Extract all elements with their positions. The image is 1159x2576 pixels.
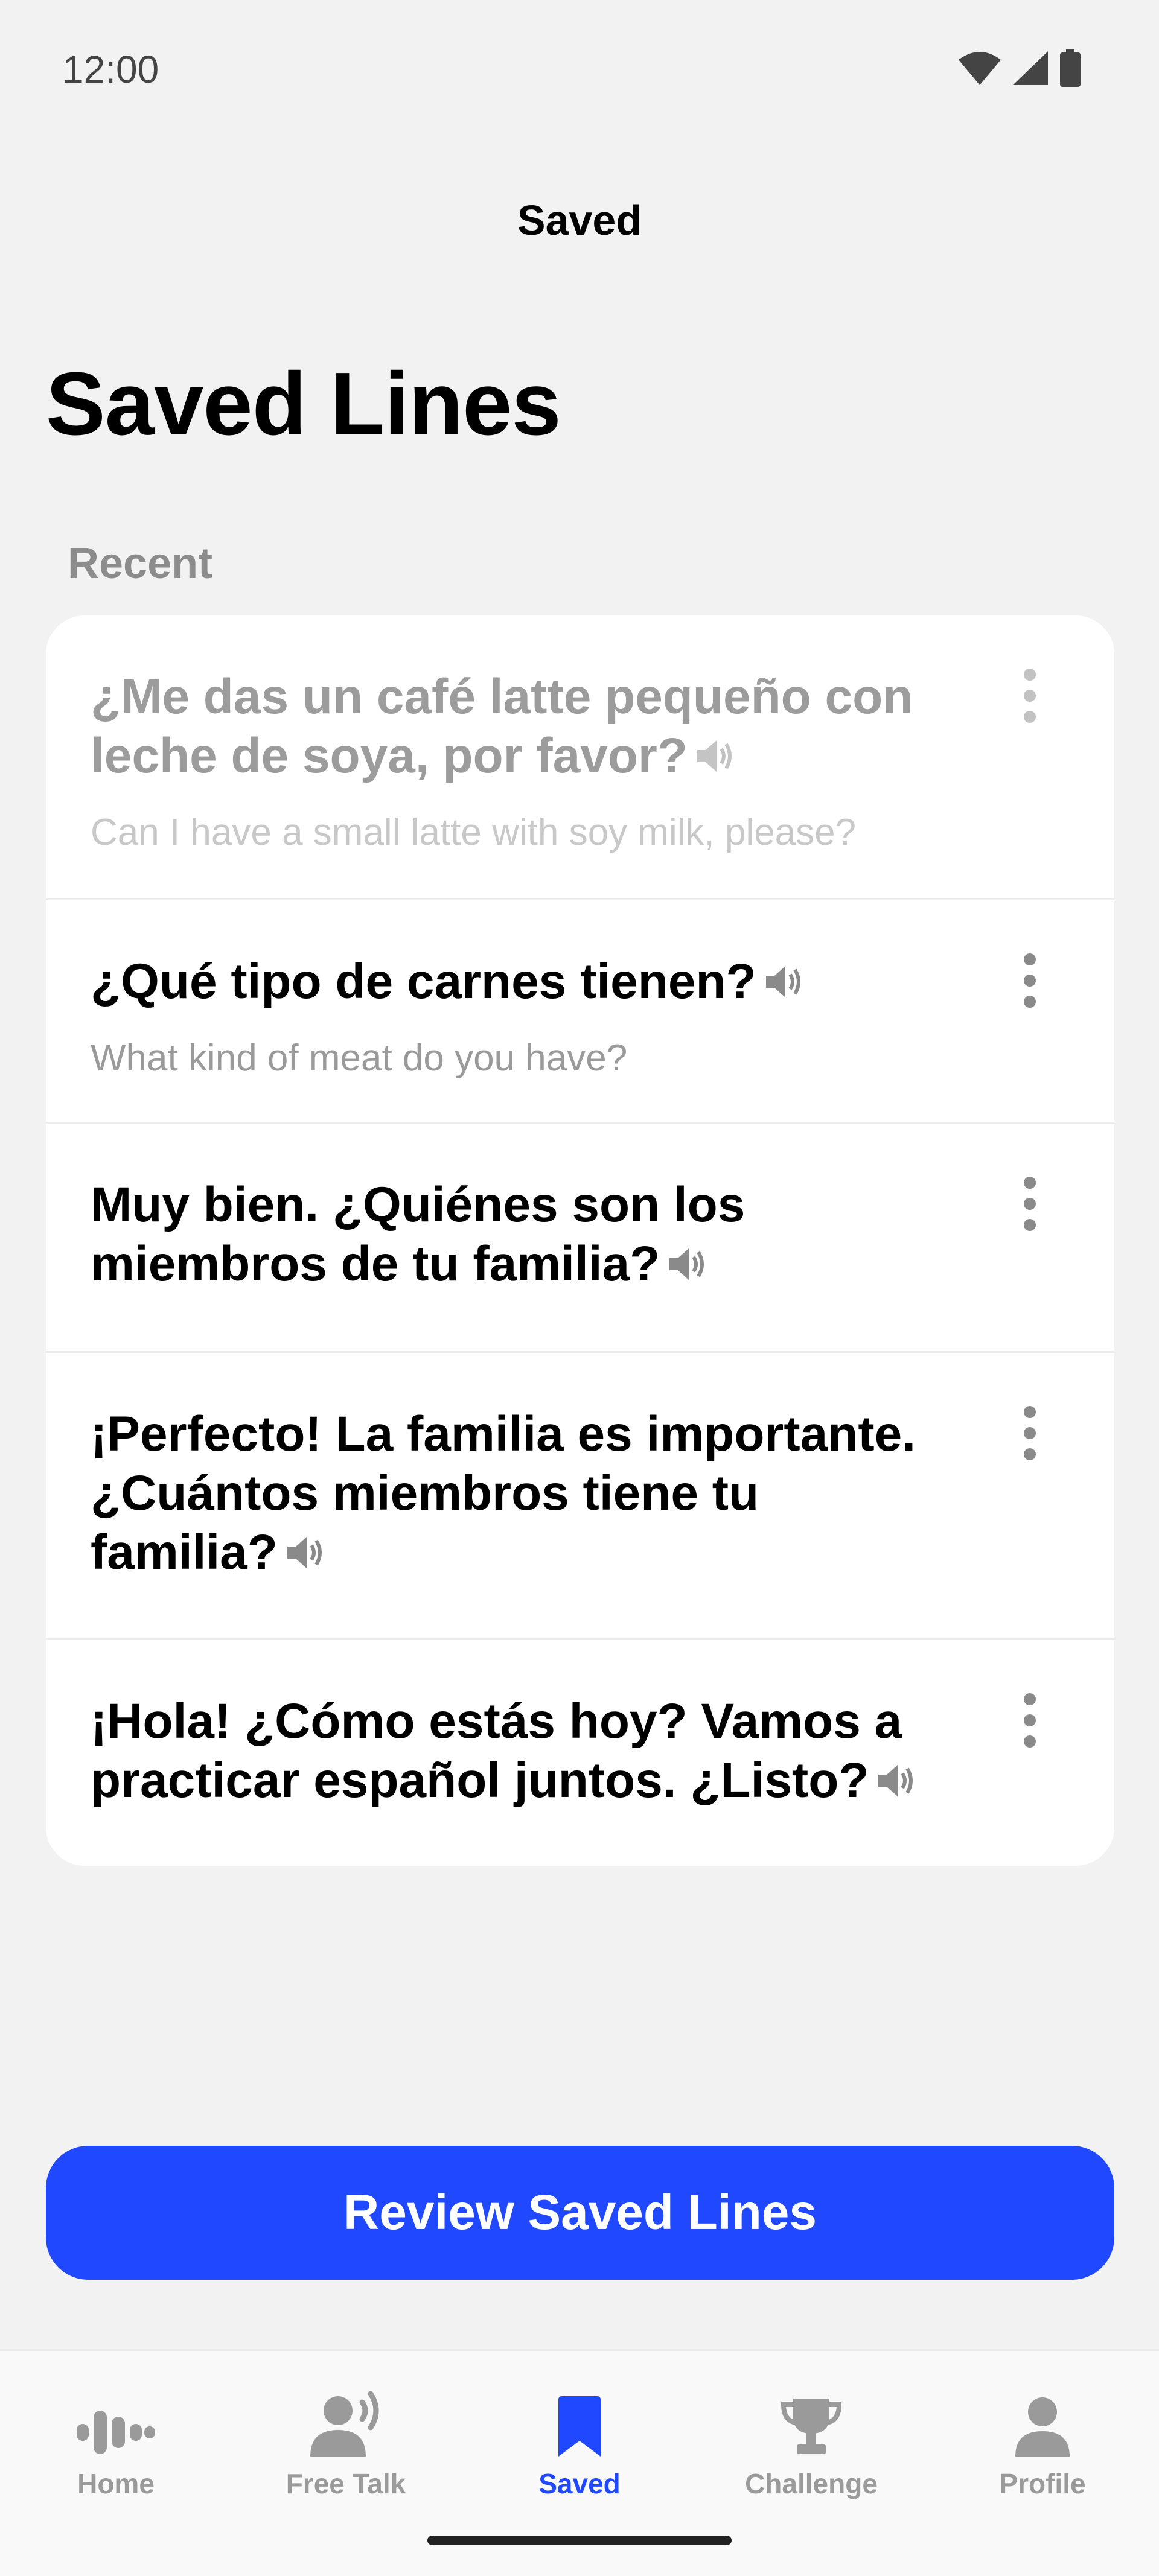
tab-free-talk[interactable]: Free Talk	[255, 2384, 436, 2500]
more-options-icon[interactable]	[1012, 953, 1048, 1008]
tab-label: Saved	[538, 2468, 621, 2499]
tab-label: Free Talk	[286, 2468, 406, 2499]
trophy-icon	[781, 2399, 841, 2454]
saved-lines-list: ¿Me das un café latte pequeño con leche …	[46, 615, 1114, 1866]
saved-line-content: ¡Hola! ¿Cómo estás hoy? Vamos a practica…	[91, 1692, 954, 1810]
saved-line-content: ¿Me das un café latte pequeño con leche …	[91, 667, 954, 854]
tab-challenge[interactable]: Challenge	[721, 2384, 902, 2500]
review-saved-lines-button[interactable]: Review Saved Lines	[46, 2146, 1114, 2280]
home-indicator[interactable]	[427, 2536, 732, 2545]
page-title: Saved Lines	[46, 354, 561, 454]
wifi-icon	[959, 52, 1001, 85]
speaker-icon[interactable]	[876, 1763, 916, 1799]
saved-line-item[interactable]: ¡Hola! ¿Cómo estás hoy? Vamos a practica…	[46, 1638, 1114, 1866]
saved-line-content: ¡Perfecto! La familia es importante. ¿Cu…	[91, 1405, 954, 1582]
tab-label: Profile	[999, 2468, 1086, 2499]
speaker-icon[interactable]	[695, 738, 735, 774]
tab-home[interactable]: Home	[25, 2384, 206, 2500]
saved-line-text: ¡Perfecto! La familia es importante. ¿Cu…	[91, 1407, 916, 1580]
more-options-icon[interactable]	[1012, 669, 1048, 723]
tab-label: Home	[77, 2468, 155, 2499]
battery-icon	[1060, 49, 1081, 87]
speaking-person-icon	[310, 2391, 379, 2457]
saved-line-item[interactable]: ¿Qué tipo de carnes tienen? What kind of…	[46, 898, 1114, 1124]
section-label-recent: Recent	[68, 539, 213, 588]
more-options-icon[interactable]	[1012, 1693, 1048, 1748]
tab-label: Challenge	[745, 2468, 878, 2499]
speaker-icon[interactable]	[667, 1246, 707, 1282]
saved-line-item[interactable]: ¡Perfecto! La familia es importante. ¿Cu…	[46, 1351, 1114, 1640]
saved-line-translation: Can I have a small latte with soy milk, …	[91, 812, 857, 853]
speaker-icon[interactable]	[285, 1534, 325, 1571]
header-title: Saved	[517, 197, 642, 244]
saved-line-content: Muy bien. ¿Quiénes son los miembros de t…	[91, 1175, 954, 1294]
signal-icon	[1013, 51, 1048, 85]
tab-profile[interactable]: Profile	[952, 2384, 1133, 2500]
saved-line-text: ¡Hola! ¿Cómo estás hoy? Vamos a practica…	[91, 1694, 902, 1808]
waveform-icon	[77, 2411, 155, 2454]
status-bar: 12:00	[0, 0, 1159, 139]
saved-line-item[interactable]: Muy bien. ¿Quiénes son los miembros de t…	[46, 1122, 1114, 1353]
speaker-icon[interactable]	[764, 964, 803, 1000]
status-icons	[959, 49, 1081, 87]
saved-line-content: ¿Qué tipo de carnes tienen? What kind of…	[91, 952, 954, 1080]
saved-line-item[interactable]: ¿Me das un café latte pequeño con leche …	[46, 615, 1114, 898]
status-time: 12:00	[62, 48, 159, 91]
more-options-icon[interactable]	[1012, 1406, 1048, 1460]
saved-line-text: Muy bien. ¿Quiénes son los miembros de t…	[91, 1177, 746, 1291]
bookmark-icon	[558, 2396, 601, 2457]
saved-line-text: ¿Me das un café latte pequeño con leche …	[91, 669, 913, 783]
saved-line-text: ¿Qué tipo de carnes tienen?	[91, 954, 756, 1009]
saved-line-translation: What kind of meat do you have?	[91, 1037, 628, 1079]
more-options-icon[interactable]	[1012, 1177, 1048, 1231]
person-icon	[1015, 2397, 1070, 2457]
tab-saved[interactable]: Saved	[489, 2384, 670, 2500]
